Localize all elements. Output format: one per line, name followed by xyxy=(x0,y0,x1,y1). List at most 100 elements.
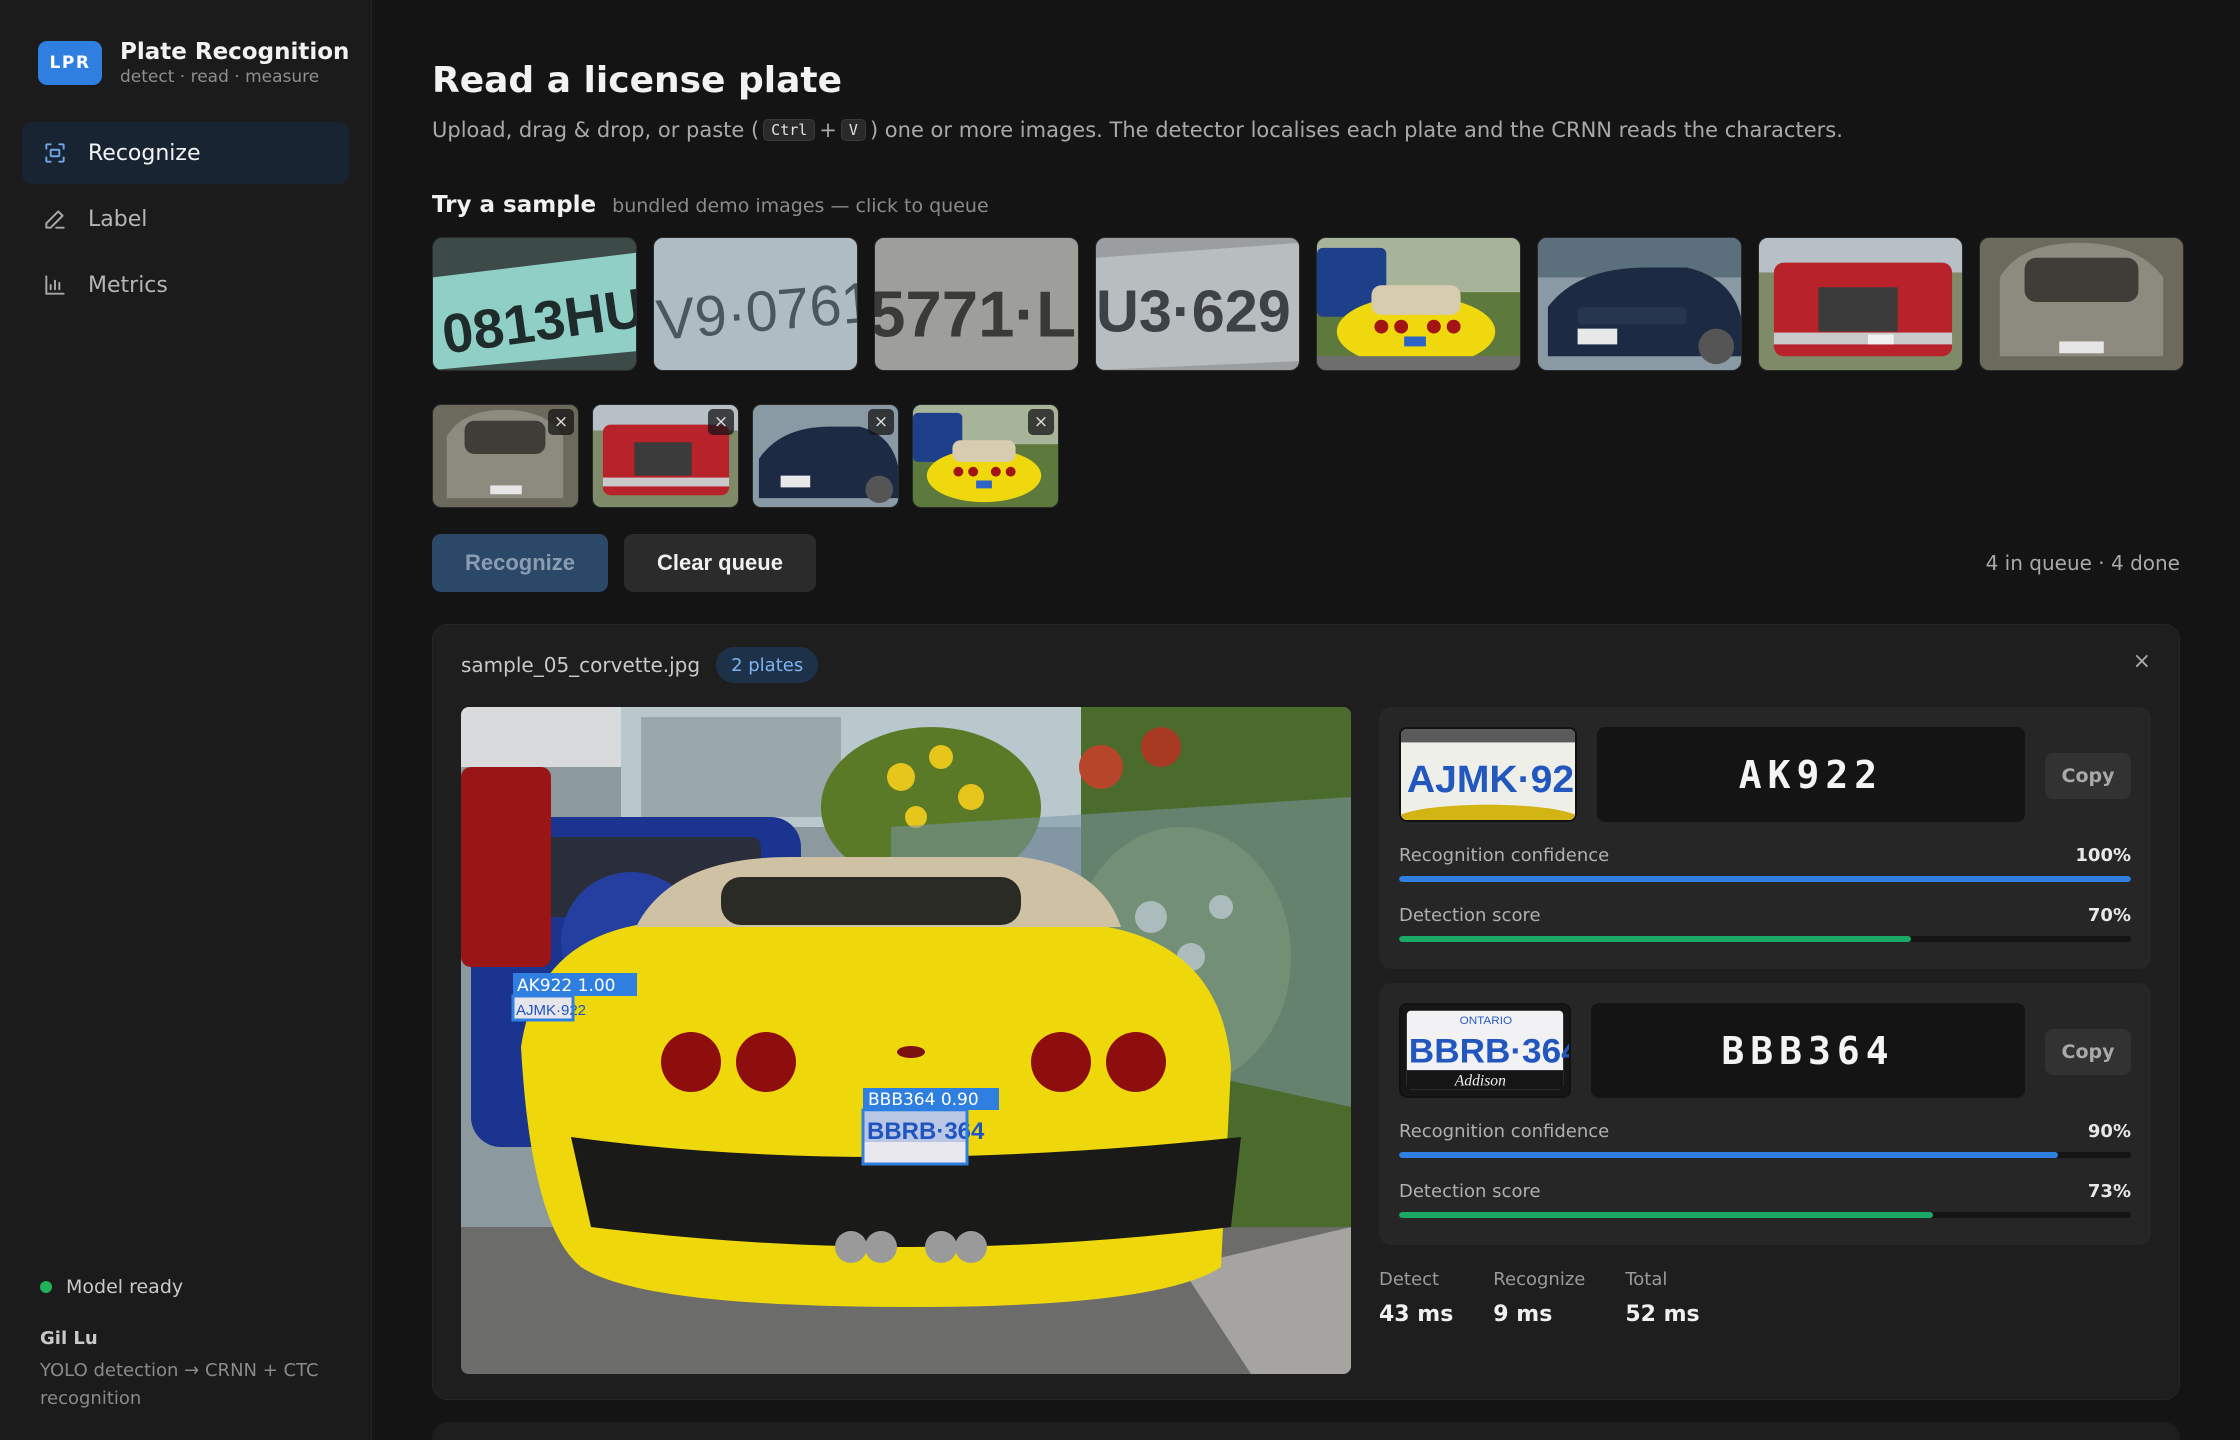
metric-value: 100% xyxy=(2075,845,2131,866)
timing-label: Total xyxy=(1625,1269,1668,1290)
result-header: sample_05_corvette.jpg 2 plates xyxy=(461,647,819,683)
yellow-car-image xyxy=(1317,238,1520,370)
progress-fill xyxy=(1399,936,1912,942)
progress-track xyxy=(1399,1152,2131,1158)
metric-value: 70% xyxy=(2087,905,2131,926)
progress-fill xyxy=(1399,876,2131,882)
nav-label: Metrics xyxy=(88,272,168,298)
timing-value: 52 ms xyxy=(1625,1302,1700,1327)
sample-thumbnail[interactable] xyxy=(1979,237,2184,371)
queue-item[interactable]: × xyxy=(432,404,579,508)
scan-icon xyxy=(45,143,65,163)
sample-title: Try a sample xyxy=(432,192,597,218)
recognition-confidence: Recognition confidence 90% xyxy=(1399,1121,2131,1158)
blue-sedan-image xyxy=(1538,238,1741,370)
remove-queue-item-close-icon[interactable]: × xyxy=(548,409,574,435)
queue-actions: Recognize Clear queue xyxy=(432,534,816,592)
plate-crop-image: AJMK·922 xyxy=(1401,729,1575,820)
nav-item-recognize[interactable]: Recognize xyxy=(22,122,349,184)
queue-item[interactable]: × xyxy=(912,404,1059,508)
model-status: Model ready xyxy=(40,1276,340,1298)
detection-score: Detection score 73% xyxy=(1399,1181,2131,1218)
sidebar: LPR Plate Recognition detect · read · me… xyxy=(0,0,372,1440)
plate-crop-dealer-text: Addison xyxy=(1454,1073,1506,1090)
remove-queue-item-close-icon[interactable]: × xyxy=(868,409,894,435)
timing-recognize: Recognize 9 ms xyxy=(1493,1269,1585,1327)
red-pickup-image xyxy=(1759,238,1962,370)
brand: LPR Plate Recognition detect · read · me… xyxy=(38,38,349,88)
metric-label: Detection score xyxy=(1399,905,1541,926)
copy-button[interactable]: Copy xyxy=(2045,753,2131,799)
sample-thumbnail[interactable]: U3·629 xyxy=(1095,237,1300,371)
recognize-button[interactable]: Recognize xyxy=(432,534,608,592)
recognition-confidence: Recognition confidence 100% xyxy=(1399,845,2131,882)
plates-count-badge: 2 plates xyxy=(716,647,819,683)
author-name: Gil Lu xyxy=(40,1328,98,1349)
close-result-close-icon[interactable]: × xyxy=(2133,649,2151,674)
copy-button[interactable]: Copy xyxy=(2045,1029,2131,1075)
plate-crop: ONTARIO BBRB·364 Addison xyxy=(1399,1003,1571,1098)
plate-closeup-image: V9·0761 xyxy=(654,238,857,370)
timing-label: Detect xyxy=(1379,1269,1440,1290)
brand-title: Plate Recognition xyxy=(120,39,350,65)
timing-detect: Detect 43 ms xyxy=(1379,1269,1453,1327)
kbd-v: V xyxy=(840,119,866,141)
nav-item-label[interactable]: Label xyxy=(22,188,349,250)
detection-label: AK922 1.00 xyxy=(517,976,615,996)
sample-thumbnail[interactable] xyxy=(1758,237,1963,371)
metric-label: Detection score xyxy=(1399,1181,1541,1202)
timing-total: Total 52 ms xyxy=(1625,1269,1699,1327)
plate-crop-text: AJMK·922 xyxy=(1407,759,1575,802)
remove-queue-item-close-icon[interactable]: × xyxy=(708,409,734,435)
plate-closeup-image: 0813HU xyxy=(433,238,636,370)
sample-gallery: 0813HU V9·0761 5771·L U3·629 xyxy=(432,237,2184,371)
plate-crop-image: ONTARIO BBRB·364 Addison xyxy=(1401,1005,1569,1096)
corvette-photo-image: BBRB·364 BBB364 0.90 AJMK·922 AK922 1.00 xyxy=(461,707,1351,1374)
plate-result: ONTARIO BBRB·364 Addison BBB364 Copy Rec… xyxy=(1379,983,2151,1245)
metric-value: 90% xyxy=(2087,1121,2131,1142)
plate-crop-top-text: ONTARIO xyxy=(1460,1014,1512,1027)
page-subtitle: Upload, drag & drop, or paste ( Ctrl + V… xyxy=(432,118,1843,142)
metric-value: 73% xyxy=(2087,1181,2131,1202)
subtitle-text: ) one or more images. The detector local… xyxy=(869,118,1843,142)
progress-fill xyxy=(1399,1152,2058,1158)
plate-crop-text: BBRB·364 xyxy=(1409,1032,1569,1071)
detection-label: BBB364 0.90 xyxy=(868,1090,979,1110)
timing-value: 9 ms xyxy=(1493,1302,1553,1327)
plate-crop: AJMK·922 xyxy=(1399,727,1577,822)
sample-thumbnail[interactable]: 0813HU xyxy=(432,237,637,371)
clear-queue-button[interactable]: Clear queue xyxy=(624,534,816,592)
sample-thumbnail[interactable] xyxy=(1316,237,1521,371)
subtitle-text: Upload, drag & drop, or paste ( xyxy=(432,118,760,142)
pencil-icon xyxy=(45,210,65,229)
metric-label: Recognition confidence xyxy=(1399,845,1610,866)
sample-plate-text: 5771·L xyxy=(875,278,1076,351)
plate-closeup-image: 5771·L xyxy=(875,238,1078,370)
status-text: Model ready xyxy=(66,1276,184,1298)
plate-result: AJMK·922 AK922 Copy Recognition confiden… xyxy=(1379,707,2151,969)
result-card: sample_05_corvette.jpg 2 plates × BBRB·3… xyxy=(432,624,2180,1400)
plate-text-on-car: AJMK·922 xyxy=(516,1002,586,1019)
sample-thumbnail[interactable]: 5771·L xyxy=(874,237,1079,371)
sample-thumbnail[interactable] xyxy=(1537,237,1742,371)
grey-hatchback-image xyxy=(1980,238,2183,370)
progress-track xyxy=(1399,936,2131,942)
sidebar-nav: Recognize Label Metrics xyxy=(22,122,349,320)
sample-plate-text: U3·629 xyxy=(1096,278,1291,345)
progress-fill xyxy=(1399,1212,1934,1218)
timings: Detect 43 ms Recognize 9 ms Total 52 ms xyxy=(1379,1269,1740,1327)
brand-logo: LPR xyxy=(38,41,102,85)
sidebar-footer: Model ready Gil Lu YOLO detection → CRNN… xyxy=(40,1276,340,1413)
queue-item[interactable]: × xyxy=(752,404,899,508)
detection-score: Detection score 70% xyxy=(1399,905,2131,942)
nav-item-metrics[interactable]: Metrics xyxy=(22,254,349,316)
queue-item[interactable]: × xyxy=(592,404,739,508)
sample-note: bundled demo images — click to queue xyxy=(612,195,989,217)
status-dot-icon xyxy=(40,1281,52,1293)
sample-thumbnail[interactable]: V9·0761 xyxy=(653,237,858,371)
timing-label: Recognize xyxy=(1493,1269,1586,1290)
remove-queue-item-close-icon[interactable]: × xyxy=(1028,409,1054,435)
nav-label: Recognize xyxy=(88,140,201,166)
result-file-name: sample_05_corvette.jpg xyxy=(461,653,701,677)
nav-label: Label xyxy=(88,206,148,232)
